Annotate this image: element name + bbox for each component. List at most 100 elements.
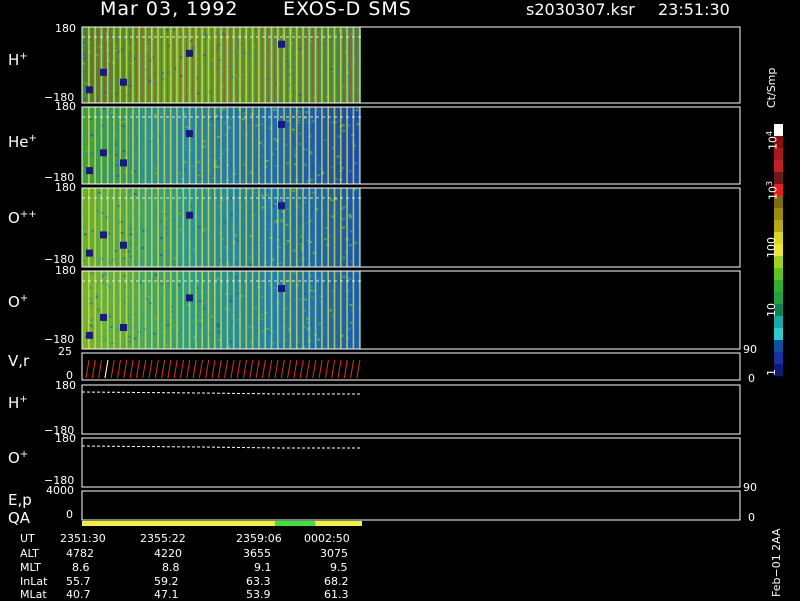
- heatmap-stripe: [295, 188, 298, 267]
- heatmap-cell: [222, 263, 225, 266]
- colorbar-swatch: [774, 328, 783, 341]
- heatmap-stripe: [258, 27, 260, 103]
- colorbar-swatch: [774, 280, 783, 293]
- tick-p2-max: 180: [55, 100, 76, 113]
- velocity-mark: [91, 359, 96, 379]
- line1-tick-max: 180: [55, 379, 76, 392]
- heatmap-cell: [266, 193, 270, 196]
- data-gap: [186, 211, 193, 219]
- heatmap-cell: [292, 142, 296, 145]
- header-date: Mar 03, 1992: [100, 0, 239, 20]
- heatmap-cell: [299, 234, 303, 237]
- heatmap-cell: [103, 115, 106, 118]
- heatmap-stripe: [261, 27, 263, 103]
- heatmap-cell: [355, 109, 359, 112]
- heatmap-stripe: [195, 188, 197, 267]
- heatmap-cell: [96, 172, 100, 175]
- heatmap-stripe: [264, 271, 266, 349]
- heatmap-cell: [108, 261, 112, 264]
- heatmap-cell: [153, 149, 157, 152]
- heatmap-stripe: [358, 271, 361, 349]
- heatmap-cell: [134, 299, 138, 302]
- heatmap-cell: [166, 324, 170, 327]
- heatmap-cell: [122, 301, 126, 304]
- velocity-mark: [85, 359, 90, 379]
- heatmap-stripe: [125, 107, 128, 184]
- heatmap-cell: [153, 158, 156, 161]
- ep-label: E,p: [8, 491, 32, 509]
- data-gap: [86, 249, 93, 257]
- heatmap-cell: [164, 331, 168, 334]
- heatmap-cell: [177, 260, 181, 263]
- heatmap-cell: [216, 323, 220, 326]
- heatmap-cell: [166, 338, 170, 340]
- header-time: 23:51:30: [658, 0, 730, 19]
- heatmap-cell: [172, 212, 176, 215]
- heatmap-cell: [311, 306, 315, 309]
- colorbar-label-10: 10: [765, 303, 778, 317]
- heatmap-cell: [286, 282, 290, 285]
- heatmap-stripe: [358, 27, 361, 103]
- heatmap-cell: [196, 160, 200, 163]
- heatmap-cell: [89, 324, 93, 327]
- heatmap-stripe: [176, 107, 178, 184]
- heatmap-cell: [140, 302, 144, 305]
- heatmap-stripe: [110, 27, 112, 103]
- heatmap-stripe: [270, 188, 273, 267]
- heatmap-cell: [318, 322, 321, 325]
- heatmap-stripe: [169, 188, 172, 267]
- heatmap-stripe: [185, 27, 188, 103]
- heatmap-cell: [342, 275, 346, 278]
- heatmap-cell: [247, 219, 251, 222]
- heatmap-stripe: [327, 27, 329, 103]
- heatmap-cell: [116, 174, 120, 177]
- heatmap-cell: [159, 245, 163, 248]
- colorbar-unit: Ct/Smp: [765, 67, 778, 108]
- velocity-mark: [268, 359, 273, 379]
- heatmap-cell: [334, 177, 338, 180]
- line-label-h-plus: H+: [8, 394, 28, 412]
- heatmap-cell: [255, 124, 259, 127]
- velocity-mark: [142, 359, 147, 379]
- heatmap-stripe: [280, 27, 282, 103]
- heatmap-stripe: [321, 188, 323, 267]
- colorbar-swatch: [774, 208, 783, 221]
- heatmap-cell: [185, 207, 188, 210]
- heatmap-stripe: [163, 27, 166, 103]
- heatmap-cell: [348, 118, 352, 121]
- velocity-mark: [356, 359, 361, 379]
- heatmap-cell: [285, 292, 288, 295]
- colorbar-swatch: [774, 160, 783, 173]
- qa-segment: [82, 521, 275, 526]
- heatmap-stripe: [163, 188, 166, 267]
- heatmap-stripe: [163, 271, 166, 349]
- panel-frame: [81, 437, 741, 488]
- heatmap-cell: [123, 271, 127, 274]
- heatmap-stripe: [160, 27, 162, 103]
- heatmap-cell: [253, 251, 257, 254]
- heatmap-cell: [304, 148, 308, 151]
- heatmap-cell: [216, 117, 220, 120]
- heatmap-cell: [158, 176, 162, 179]
- heatmap-stripe: [346, 188, 348, 267]
- heatmap-stripe: [132, 27, 134, 103]
- heatmap-stripe: [135, 27, 137, 103]
- table-cell: 3655: [243, 547, 271, 560]
- heatmap-cell: [265, 259, 269, 262]
- heatmap-cell: [254, 223, 258, 226]
- table-row-mlat-name: MLat: [20, 588, 47, 601]
- heatmap-stripe: [166, 27, 169, 103]
- pitch-angle-line: [81, 445, 361, 449]
- heatmap-cell: [122, 120, 126, 123]
- heatmap-stripe: [358, 107, 361, 184]
- heatmap-stripe: [113, 27, 115, 103]
- heatmap-cell: [291, 136, 295, 139]
- heatmap-cell: [310, 296, 314, 299]
- heatmap-cell: [127, 139, 131, 142]
- heatmap-stripe: [321, 107, 323, 184]
- heatmap-cell: [140, 202, 144, 205]
- heatmap-stripe: [100, 188, 103, 267]
- heatmap-cell: [311, 191, 315, 194]
- heatmap-stripe: [321, 27, 323, 103]
- heatmap-cell: [178, 172, 182, 175]
